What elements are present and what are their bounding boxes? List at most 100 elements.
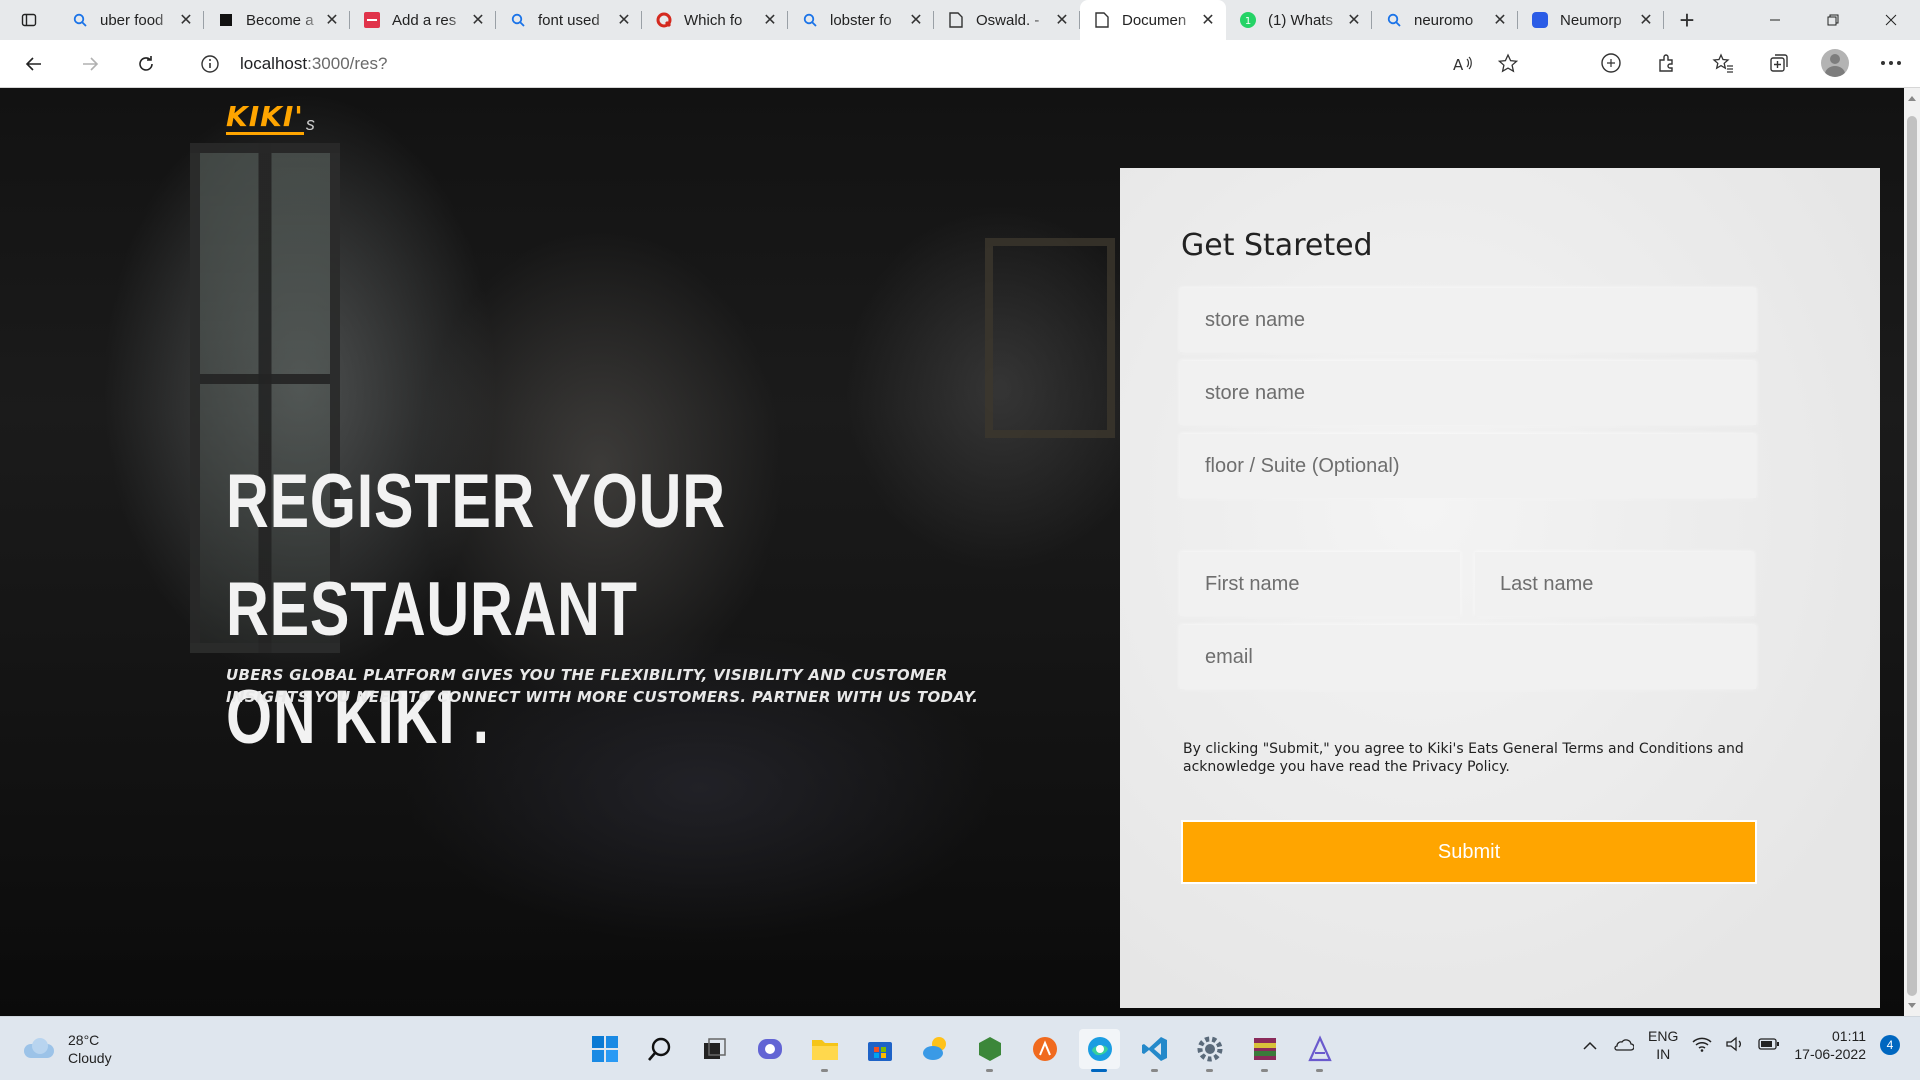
- node-icon: [978, 1037, 1001, 1061]
- settings-button[interactable]: [1189, 1029, 1230, 1072]
- notification-badge[interactable]: 4: [1880, 1035, 1900, 1055]
- start-button[interactable]: [584, 1029, 625, 1069]
- address-bar-actions: A: [1450, 52, 1520, 81]
- task-view-icon: [703, 1038, 726, 1059]
- close-icon[interactable]: ✕: [178, 10, 194, 30]
- close-icon[interactable]: ✕: [1200, 10, 1216, 30]
- running-indicator: [1151, 1069, 1158, 1072]
- weather-app-button[interactable]: [914, 1029, 955, 1069]
- close-icon[interactable]: ✕: [1346, 10, 1362, 30]
- search-button[interactable]: [639, 1029, 680, 1069]
- collections-icon[interactable]: [1764, 48, 1794, 78]
- clock[interactable]: 01:11 17-06-2022: [1794, 1027, 1866, 1063]
- more-menu-icon[interactable]: [1876, 48, 1906, 78]
- terms-text: By clicking "Submit," you agree to Kiki'…: [1183, 741, 1744, 775]
- close-icon[interactable]: ✕: [908, 10, 924, 30]
- windows-taskbar: 28°C Cloudy ENG IN 01:11 17-06-2022 4: [0, 1016, 1920, 1080]
- task-view-button[interactable]: [694, 1029, 735, 1069]
- weather-widget[interactable]: 28°C Cloudy: [22, 1031, 112, 1067]
- edge-button[interactable]: [1079, 1029, 1120, 1072]
- vscode-button[interactable]: [1134, 1029, 1175, 1072]
- tab[interactable]: uber food ✕: [58, 0, 204, 40]
- tab[interactable]: Which fo ✕: [642, 0, 788, 40]
- last-name-input[interactable]: [1475, 552, 1754, 616]
- email-input[interactable]: [1180, 625, 1756, 689]
- info-icon[interactable]: [200, 54, 220, 74]
- node-button[interactable]: [969, 1029, 1010, 1072]
- teams-chat-button[interactable]: [749, 1029, 790, 1069]
- close-icon[interactable]: ✕: [324, 10, 340, 30]
- tab[interactable]: Neumorp ✕: [1518, 0, 1664, 40]
- tab-actions-button[interactable]: [0, 0, 58, 40]
- onedrive-icon[interactable]: [1612, 1037, 1635, 1054]
- forward-button[interactable]: [68, 46, 112, 82]
- favorites-icon[interactable]: [1708, 48, 1738, 78]
- background-frame-image: [985, 238, 1115, 438]
- tab[interactable]: Add a res ✕: [350, 0, 496, 40]
- store-name-input-2[interactable]: [1180, 361, 1756, 425]
- logo-text: KIKI': [226, 100, 304, 135]
- back-button[interactable]: [12, 46, 56, 82]
- minimize-button[interactable]: [1746, 0, 1804, 40]
- profile-avatar[interactable]: [1820, 48, 1850, 78]
- edge-icon: [1087, 1037, 1112, 1061]
- file-explorer-icon: [811, 1040, 838, 1060]
- url-path: :3000/res?: [307, 54, 388, 73]
- favorite-star-icon[interactable]: [1496, 52, 1520, 81]
- form-title: Get Stareted: [1181, 228, 1373, 263]
- refresh-button[interactable]: [124, 46, 168, 82]
- first-name-input[interactable]: [1180, 552, 1460, 616]
- tab[interactable]: neuromo ✕: [1372, 0, 1518, 40]
- vscode-icon: [1141, 1037, 1167, 1061]
- battery-icon[interactable]: [1758, 1037, 1780, 1053]
- black-square-icon: [218, 12, 234, 28]
- read-aloud-icon[interactable]: A: [1450, 52, 1474, 81]
- browser-tools: [1596, 48, 1906, 78]
- clock-date: 17-06-2022: [1794, 1046, 1866, 1062]
- tab[interactable]: lobster fo ✕: [788, 0, 934, 40]
- running-indicator: [1316, 1069, 1323, 1072]
- tab-title: font used: [538, 11, 600, 29]
- scroll-down-arrow-icon[interactable]: [1908, 1003, 1916, 1008]
- blue-site-icon: [1532, 12, 1548, 28]
- close-icon[interactable]: ✕: [470, 10, 486, 30]
- chevron-up-icon[interactable]: [1582, 1037, 1598, 1053]
- address-bar[interactable]: localhost:3000/res? A: [180, 46, 1530, 82]
- submit-button[interactable]: Submit: [1181, 820, 1757, 884]
- tab-title: uber food: [100, 11, 164, 29]
- winrar-icon: [1253, 1038, 1276, 1060]
- file-explorer-button[interactable]: [804, 1029, 845, 1072]
- region-code: IN: [1656, 1046, 1671, 1062]
- close-icon[interactable]: ✕: [1492, 10, 1508, 30]
- weather-app-icon: [922, 1037, 946, 1060]
- scroll-up-arrow-icon[interactable]: [1908, 96, 1916, 101]
- close-window-button[interactable]: [1862, 0, 1920, 40]
- close-icon[interactable]: ✕: [1054, 10, 1070, 30]
- kiki-logo[interactable]: KIKI' s: [226, 102, 315, 135]
- tab[interactable]: Become a ✕: [204, 0, 350, 40]
- scroll-thumb[interactable]: [1907, 116, 1917, 996]
- app-button[interactable]: [1024, 1029, 1065, 1069]
- page-scrollbar[interactable]: [1904, 88, 1920, 1016]
- restore-button[interactable]: [1804, 0, 1862, 40]
- extensions-icon[interactable]: [1652, 48, 1682, 78]
- tab[interactable]: 1 (1) Whats ✕: [1226, 0, 1372, 40]
- language-indicator[interactable]: ENG IN: [1648, 1027, 1678, 1063]
- volume-icon[interactable]: [1726, 1036, 1744, 1055]
- tracking-prevention-icon[interactable]: [1596, 48, 1626, 78]
- new-tab-button[interactable]: +: [1664, 0, 1710, 40]
- tab[interactable]: font used ✕: [496, 0, 642, 40]
- app-button[interactable]: [1299, 1029, 1340, 1072]
- wifi-icon[interactable]: [1692, 1036, 1712, 1055]
- close-icon[interactable]: ✕: [1638, 10, 1654, 30]
- tab-active[interactable]: Documen ✕: [1080, 0, 1226, 40]
- close-icon[interactable]: ✕: [616, 10, 632, 30]
- floor-suite-input[interactable]: [1180, 434, 1756, 498]
- close-icon[interactable]: ✕: [762, 10, 778, 30]
- store-button[interactable]: [859, 1029, 900, 1069]
- running-indicator: [821, 1069, 828, 1072]
- store-name-input[interactable]: [1180, 288, 1756, 352]
- winrar-button[interactable]: [1244, 1029, 1285, 1072]
- tab-title: neuromo: [1414, 11, 1474, 29]
- tab[interactable]: Oswald. - ✕: [934, 0, 1080, 40]
